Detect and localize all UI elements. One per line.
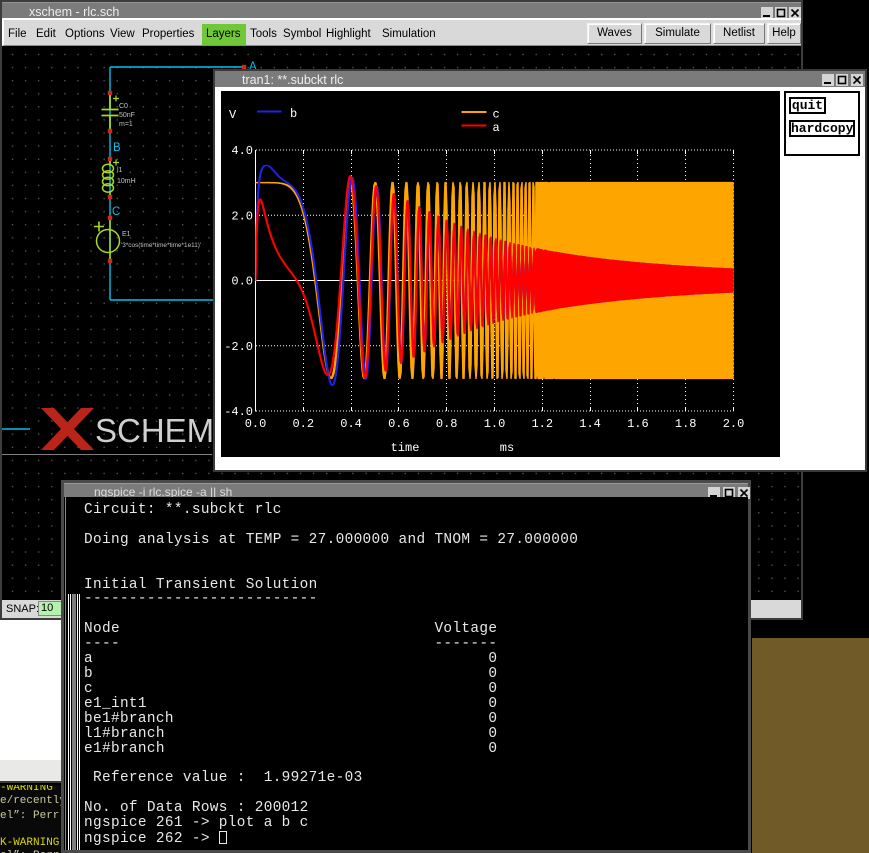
svg-text:1.8: 1.8: [675, 417, 697, 431]
svg-text:0.2: 0.2: [292, 417, 314, 431]
svg-text:1.6: 1.6: [627, 417, 649, 431]
svg-text:-2.0: -2.0: [224, 340, 253, 354]
svg-text:E1: E1: [122, 231, 131, 238]
svg-text:0.0: 0.0: [231, 275, 253, 289]
svg-text:b: b: [290, 107, 297, 121]
svg-text:ms: ms: [500, 441, 514, 455]
svg-text:0.6: 0.6: [388, 417, 410, 431]
svg-text:c: c: [493, 108, 500, 122]
svg-text:2.0: 2.0: [723, 417, 745, 431]
svg-text:0.4: 0.4: [340, 417, 362, 431]
svg-text:0.8: 0.8: [436, 417, 458, 431]
svg-text:V: V: [229, 108, 237, 122]
svg-text:50nF: 50nF: [119, 112, 135, 119]
svg-text:1.4: 1.4: [579, 417, 601, 431]
svg-text:'3*cos(time*time*time*1e11)': '3*cos(time*time*time*1e11)': [121, 242, 201, 249]
svg-text:1.2: 1.2: [531, 417, 553, 431]
svg-text:time: time: [391, 441, 420, 455]
svg-text:10mH: 10mH: [117, 178, 136, 185]
svg-text:a: a: [493, 121, 500, 135]
svg-text:B: B: [113, 142, 121, 154]
svg-text:1.0: 1.0: [484, 417, 506, 431]
svg-text:4.0: 4.0: [231, 144, 253, 158]
svg-text:0.0: 0.0: [245, 417, 267, 431]
svg-text:l1: l1: [117, 167, 123, 174]
svg-text:m=1: m=1: [119, 121, 133, 128]
svg-text:SCHEM: SCHEM: [95, 412, 214, 449]
svg-text:C0: C0: [119, 103, 128, 110]
svg-text:C: C: [112, 206, 120, 218]
svg-text:2.0: 2.0: [231, 209, 253, 223]
